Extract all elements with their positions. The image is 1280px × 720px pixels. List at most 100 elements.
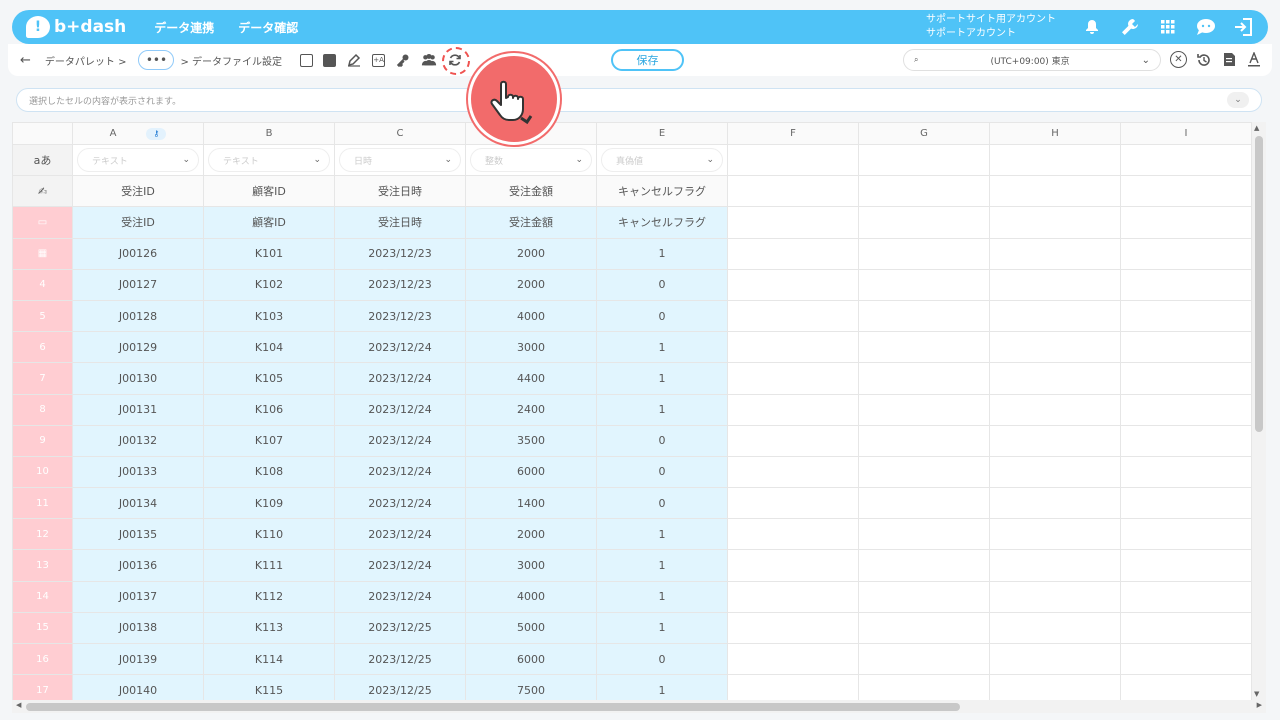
empty-cell[interactable]	[727, 393, 859, 426]
empty-cell[interactable]	[1120, 362, 1252, 395]
empty-cell[interactable]	[989, 518, 1121, 551]
row-header[interactable]: 13	[12, 549, 73, 582]
column-label-cell[interactable]: 受注金額	[465, 175, 597, 208]
data-cell[interactable]: J00134	[72, 487, 204, 520]
row-header[interactable]: 4	[12, 268, 73, 301]
empty-cell[interactable]	[727, 518, 859, 551]
empty-cell[interactable]	[1120, 175, 1252, 208]
data-cell[interactable]: 3500	[465, 424, 597, 457]
data-cell[interactable]: 2023/12/24	[334, 487, 466, 520]
data-cell[interactable]: J00140	[72, 674, 204, 700]
empty-cell[interactable]	[989, 611, 1121, 645]
scroll-left-icon[interactable]: ◀	[16, 701, 21, 709]
data-cell[interactable]: 2000	[465, 237, 597, 270]
data-cell[interactable]: 1	[596, 674, 728, 700]
empty-cell[interactable]	[989, 549, 1121, 582]
data-cell[interactable]: 2023/12/25	[334, 611, 466, 645]
back-arrow-icon[interactable]: ←	[20, 53, 31, 68]
empty-cell[interactable]	[727, 362, 859, 395]
data-cell[interactable]: 0	[596, 424, 728, 457]
data-cell[interactable]: J00138	[72, 611, 204, 645]
empty-cell[interactable]	[989, 175, 1121, 208]
column-header-i[interactable]: I	[1120, 122, 1252, 145]
empty-cell[interactable]	[727, 455, 859, 489]
vertical-scroll-thumb[interactable]	[1255, 136, 1263, 432]
data-cell[interactable]: J00131	[72, 393, 204, 426]
data-cell[interactable]: 4400	[465, 362, 597, 395]
empty-cell[interactable]	[858, 143, 990, 177]
empty-cell[interactable]	[858, 393, 990, 426]
row-header[interactable]: 8	[12, 393, 73, 426]
data-cell[interactable]: J00132	[72, 424, 204, 457]
empty-cell[interactable]	[1120, 611, 1252, 645]
empty-cell[interactable]	[1120, 642, 1252, 676]
data-cell[interactable]: 1	[596, 331, 728, 364]
data-cell[interactable]: K108	[203, 455, 335, 489]
empty-cell[interactable]	[858, 674, 990, 700]
data-cell[interactable]: 7500	[465, 674, 597, 700]
empty-cell[interactable]	[727, 206, 859, 239]
data-cell[interactable]: 1400	[465, 487, 597, 520]
empty-cell[interactable]	[727, 143, 859, 177]
data-cell[interactable]: J00126	[72, 237, 204, 270]
empty-cell[interactable]	[989, 424, 1121, 457]
data-cell[interactable]: J00128	[72, 299, 204, 333]
data-cell[interactable]: K110	[203, 518, 335, 551]
row-header[interactable]: 9	[12, 424, 73, 457]
data-cell[interactable]: 1	[596, 518, 728, 551]
row-header-header-row[interactable]: ▭	[12, 206, 73, 239]
row-header[interactable]: 17	[12, 674, 73, 700]
apps-grid-icon[interactable]	[1158, 17, 1178, 37]
empty-cell[interactable]	[727, 268, 859, 301]
data-cell[interactable]: 2023/12/25	[334, 674, 466, 700]
users-icon[interactable]	[421, 52, 437, 68]
empty-cell[interactable]	[1120, 455, 1252, 489]
empty-cell[interactable]	[727, 331, 859, 364]
data-cell[interactable]: 5000	[465, 611, 597, 645]
data-cell[interactable]: 受注金額	[465, 206, 597, 239]
empty-cell[interactable]	[858, 580, 990, 613]
cell-content-bar[interactable]: 選択したセルの内容が表示されます。 ⌄	[16, 88, 1262, 112]
data-cell[interactable]: 1	[596, 362, 728, 395]
data-cell[interactable]: 2023/12/24	[334, 549, 466, 582]
expand-chevron-icon[interactable]: ⌄	[1227, 92, 1249, 108]
data-cell[interactable]: J00133	[72, 455, 204, 489]
wrench-icon[interactable]	[1120, 17, 1140, 37]
data-cell[interactable]: 2023/12/24	[334, 455, 466, 489]
empty-cell[interactable]	[1120, 393, 1252, 426]
vertical-scrollbar[interactable]: ▲ ▼	[1252, 122, 1266, 700]
column-header-h[interactable]: H	[989, 122, 1121, 145]
column-header-c[interactable]: C	[334, 122, 466, 145]
data-cell[interactable]: 0	[596, 487, 728, 520]
empty-cell[interactable]	[989, 674, 1121, 700]
data-row-icon[interactable]	[323, 53, 337, 67]
empty-cell[interactable]	[989, 206, 1121, 239]
empty-cell[interactable]	[858, 237, 990, 270]
data-cell[interactable]: 2023/12/24	[334, 393, 466, 426]
scroll-up-icon[interactable]: ▲	[1254, 124, 1259, 132]
empty-cell[interactable]	[1120, 331, 1252, 364]
font-color-icon[interactable]	[1246, 52, 1262, 68]
data-cell[interactable]: 4000	[465, 580, 597, 613]
empty-cell[interactable]	[858, 549, 990, 582]
data-cell[interactable]: K111	[203, 549, 335, 582]
empty-cell[interactable]	[1120, 580, 1252, 613]
row-header[interactable]: 7	[12, 362, 73, 395]
nav-data-check[interactable]: データ確認	[238, 19, 298, 36]
data-cell[interactable]: 2023/12/24	[334, 331, 466, 364]
type-select-a[interactable]: テキスト ⌄	[72, 143, 204, 177]
empty-cell[interactable]	[858, 331, 990, 364]
breadcrumb-more-button[interactable]: •••	[138, 50, 175, 70]
row-header[interactable]: 6	[12, 331, 73, 364]
data-cell[interactable]: 1	[596, 580, 728, 613]
data-cell[interactable]: 4000	[465, 299, 597, 333]
empty-cell[interactable]	[1120, 674, 1252, 700]
add-column-icon[interactable]: +A	[372, 53, 386, 67]
data-cell[interactable]: K104	[203, 331, 335, 364]
empty-cell[interactable]	[1120, 424, 1252, 457]
empty-cell[interactable]	[989, 237, 1121, 270]
empty-cell[interactable]	[727, 424, 859, 457]
column-header-g[interactable]: G	[858, 122, 990, 145]
row-header[interactable]: 15	[12, 611, 73, 645]
data-cell[interactable]: 2000	[465, 518, 597, 551]
